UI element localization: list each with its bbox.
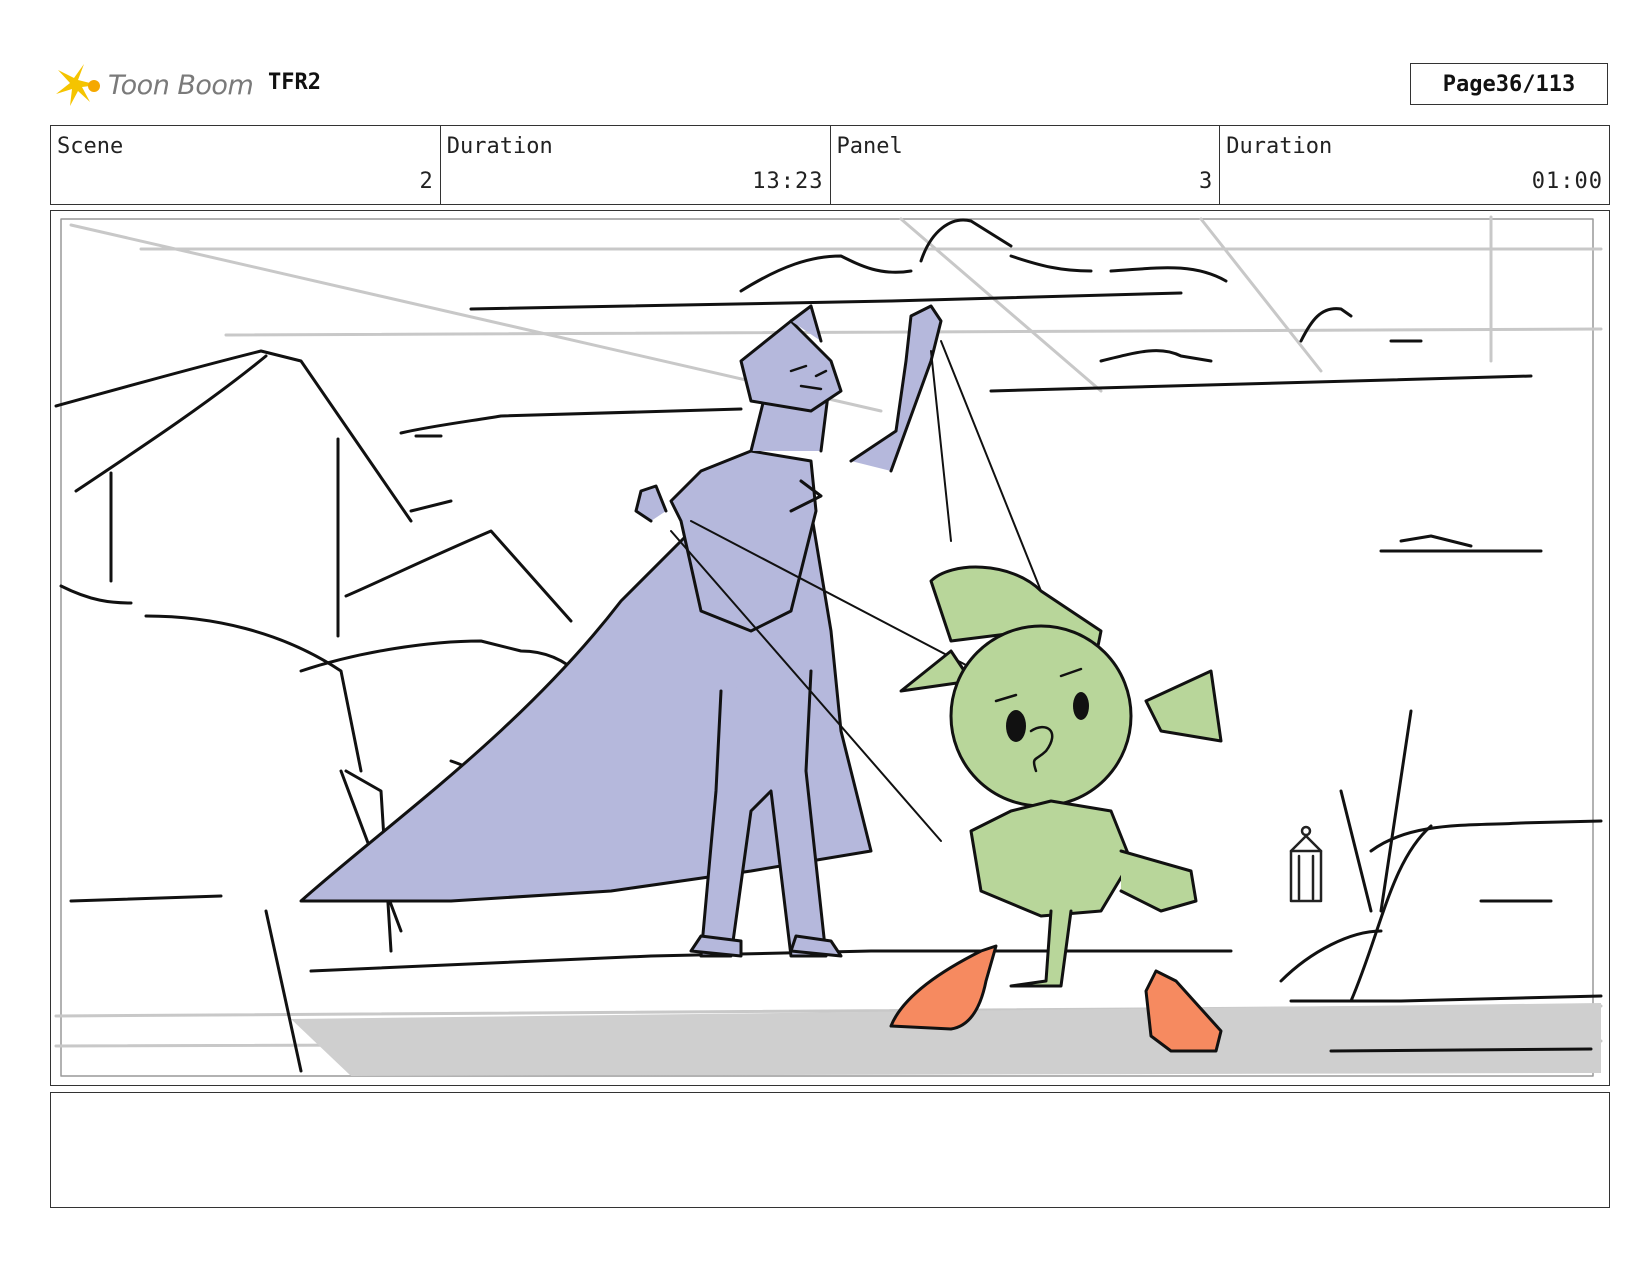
page-number: 36/113 bbox=[1495, 71, 1576, 97]
panel-duration-label: Duration bbox=[1226, 134, 1333, 159]
storyboard-sketch bbox=[54, 215, 1603, 1077]
toon-boom-logo: Toon Boom bbox=[54, 58, 254, 112]
panel-duration-cell: Duration 01:00 bbox=[1220, 126, 1609, 204]
scene-duration-label: Duration bbox=[446, 134, 553, 159]
scene-duration-cell: Duration 13:23 bbox=[441, 126, 831, 204]
sprout-character bbox=[899, 565, 1223, 988]
scene-value: 2 bbox=[419, 169, 434, 194]
project-title: TFR2 bbox=[268, 70, 321, 95]
panel-duration-value: 01:00 bbox=[1531, 169, 1603, 194]
storyboard-panel bbox=[50, 210, 1610, 1086]
page-indicator: Page 36/113 bbox=[1410, 63, 1608, 105]
panel-value: 3 bbox=[1199, 169, 1214, 194]
lantern-icon bbox=[1289, 825, 1323, 903]
scene-cell: Scene 2 bbox=[51, 126, 441, 204]
page-label: Page bbox=[1442, 71, 1496, 97]
scene-duration-value: 13:23 bbox=[752, 169, 824, 194]
notes-box bbox=[50, 1092, 1610, 1208]
logo-star-icon bbox=[56, 64, 100, 106]
logo-text: Toon Boom bbox=[108, 69, 254, 101]
info-row: Scene 2 Duration 13:23 Panel 3 Duration … bbox=[50, 125, 1610, 205]
panel-cell: Panel 3 bbox=[831, 126, 1221, 204]
panel-label: Panel bbox=[836, 134, 903, 159]
scene-label: Scene bbox=[57, 134, 124, 159]
